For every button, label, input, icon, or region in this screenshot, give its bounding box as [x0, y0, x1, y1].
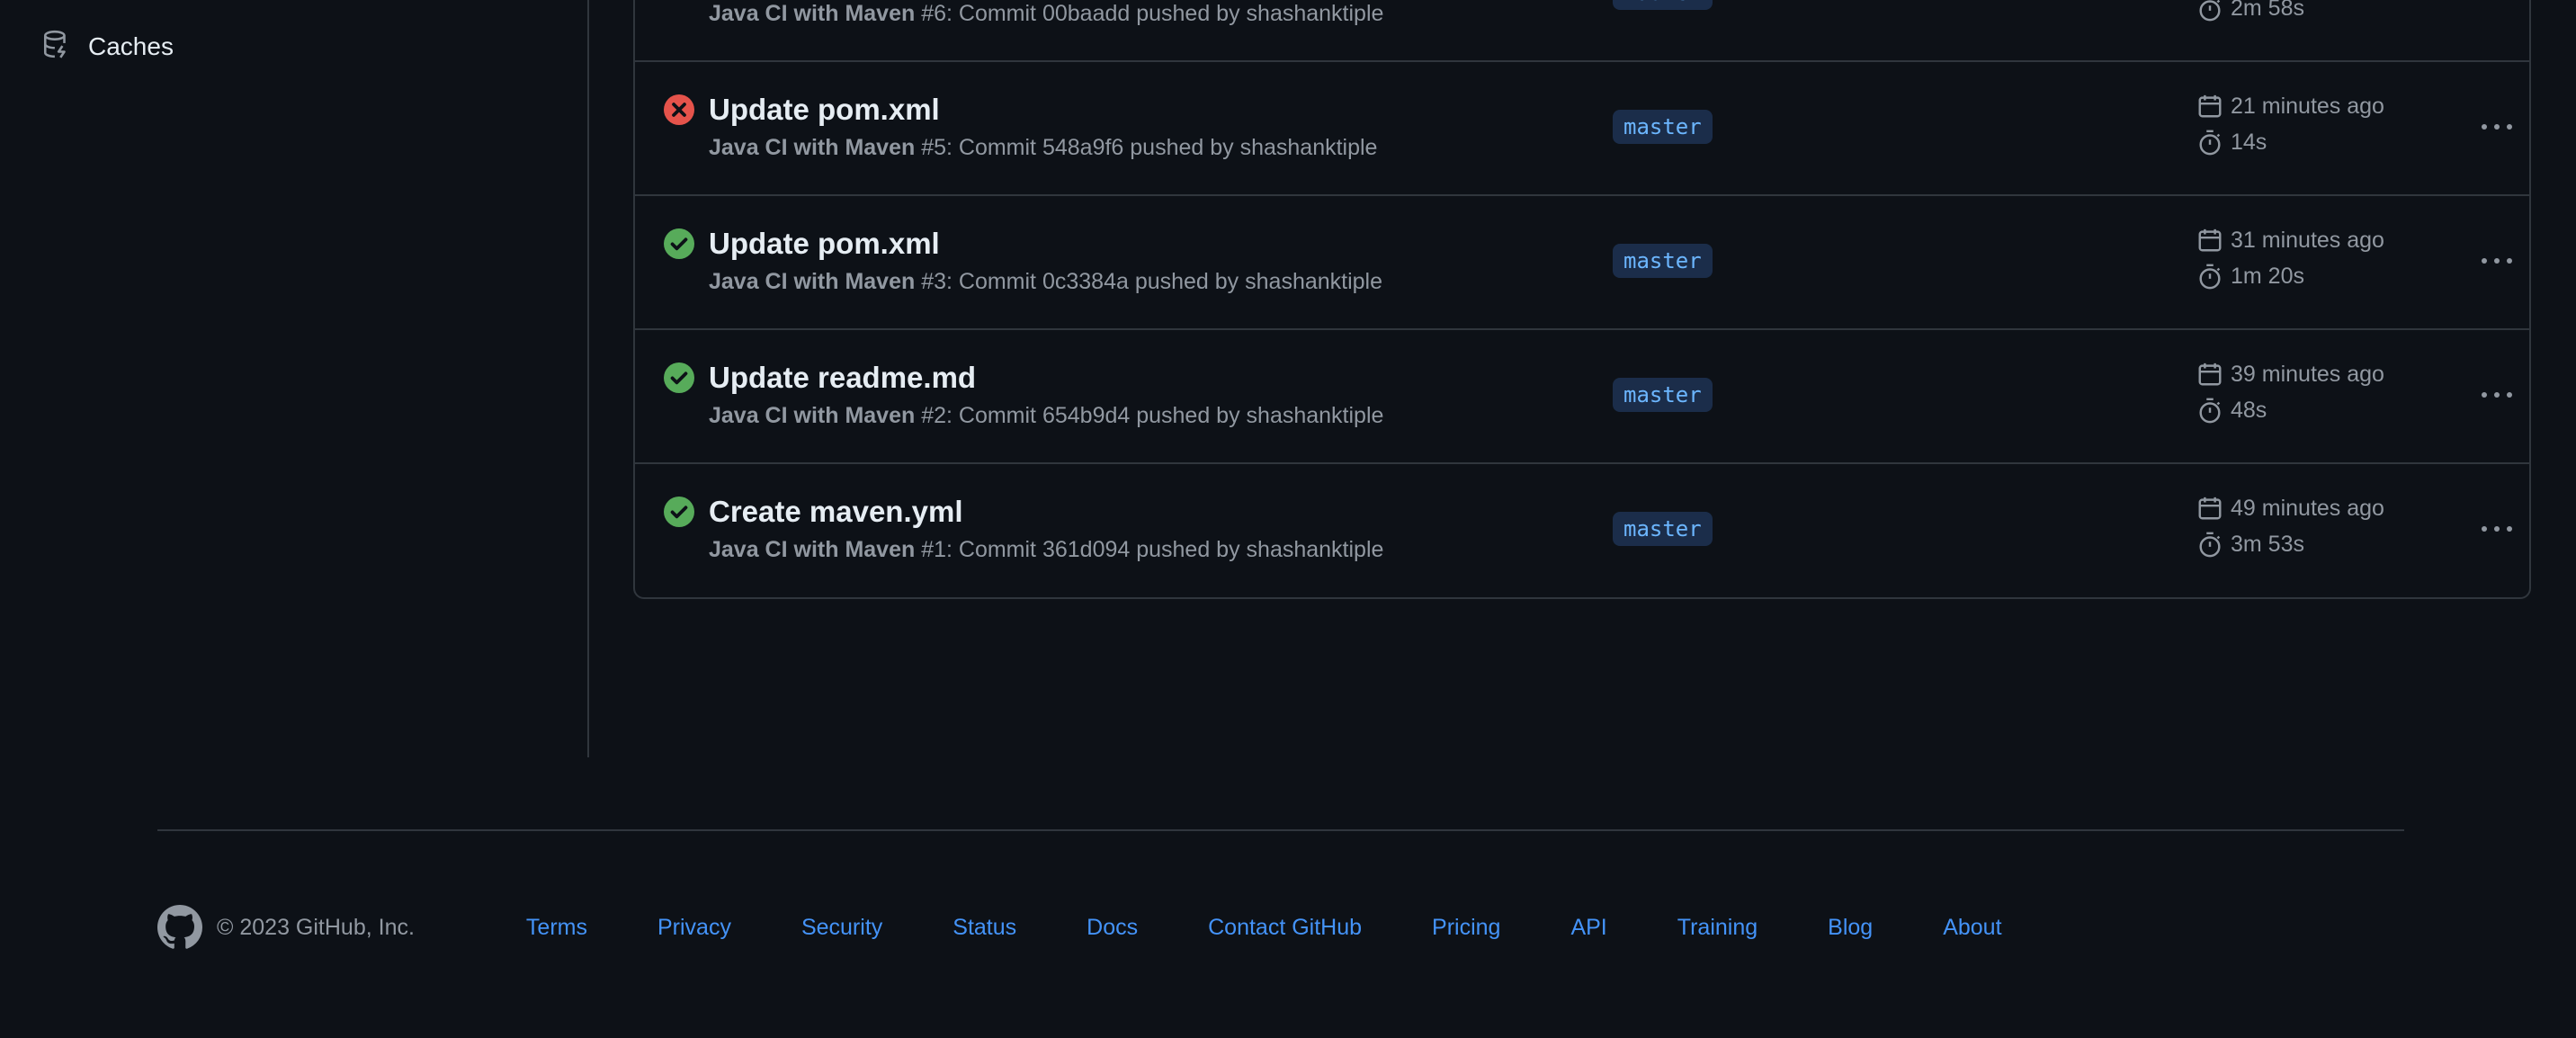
run-duration: 2m 58s — [2196, 0, 2304, 22]
time-ago: 49 minutes ago — [2231, 495, 2384, 521]
footer-link-docs[interactable]: Docs — [1087, 915, 1138, 941]
stopwatch-icon — [2196, 397, 2223, 424]
kebab-horizontal-icon[interactable] — [2470, 511, 2524, 547]
branch-label[interactable]: master — [1613, 110, 1713, 144]
workflow-name: Java CI with Maven — [709, 403, 916, 428]
workflow-runs-list: Java CI with Maven #6: Commit 00baadd pu… — [633, 0, 2531, 599]
duration: 2m 58s — [2231, 0, 2304, 21]
run-meta: Java CI with Maven #3: Commit 0c3384a pu… — [709, 269, 1382, 295]
branch-label[interactable]: master — [1613, 244, 1713, 278]
workflow-name: Java CI with Maven — [709, 1, 916, 26]
check-circle-icon — [664, 497, 694, 527]
footer-link-about[interactable]: About — [1943, 915, 2001, 941]
x-circle-icon — [664, 94, 694, 125]
footer-link-training[interactable]: Training — [1677, 915, 1758, 941]
stopwatch-icon — [2196, 531, 2223, 558]
workflow-run-row[interactable]: Update pom.xml Java CI with Maven #3: Com… — [635, 194, 2529, 330]
sidebar-divider — [587, 0, 589, 757]
run-meta: Java CI with Maven #1: Commit 361d094 pu… — [709, 537, 1383, 563]
time-ago: 39 minutes ago — [2231, 361, 2384, 387]
copyright-text: © 2023 GitHub, Inc. — [217, 914, 415, 940]
github-logo-icon[interactable] — [157, 905, 202, 950]
footer-link-blog[interactable]: Blog — [1828, 915, 1873, 941]
footer-link-api[interactable]: API — [1570, 915, 1606, 941]
footer-link-contact[interactable]: Contact GitHub — [1208, 915, 1362, 941]
footer-link-security[interactable]: Security — [801, 915, 882, 941]
run-details: #5: Commit 548a9f6 pushed by shashanktip… — [915, 135, 1378, 160]
footer: © 2023 GitHub, Inc. Terms Privacy Securi… — [157, 903, 2406, 952]
run-details: #2: Commit 654b9d4 pushed by shashanktip… — [915, 403, 1384, 428]
stopwatch-icon — [2196, 263, 2223, 290]
run-duration: 48s — [2196, 397, 2267, 424]
sidebar-item-caches[interactable]: Caches — [41, 27, 174, 67]
run-duration: 14s — [2196, 129, 2267, 156]
run-meta: Java CI with Maven #5: Commit 548a9f6 pu… — [709, 135, 1377, 161]
workflow-run-row[interactable]: Java CI with Maven #6: Commit 00baadd pu… — [635, 0, 2529, 62]
check-circle-icon — [664, 228, 694, 259]
footer-divider — [157, 829, 2404, 831]
run-title[interactable]: Update pom.xml — [709, 93, 940, 127]
workflow-name: Java CI with Maven — [709, 269, 916, 294]
workflow-name: Java CI with Maven — [709, 135, 916, 160]
run-started: 31 minutes ago — [2196, 227, 2384, 254]
calendar-icon — [2196, 227, 2223, 254]
run-duration: 3m 53s — [2196, 531, 2304, 558]
calendar-icon — [2196, 361, 2223, 388]
workflow-run-row[interactable]: Create maven.yml Java CI with Maven #1: C… — [635, 462, 2529, 596]
run-started: 39 minutes ago — [2196, 361, 2384, 388]
calendar-icon — [2196, 93, 2223, 120]
time-ago: 31 minutes ago — [2231, 227, 2384, 253]
kebab-horizontal-icon[interactable] — [2470, 109, 2524, 145]
time-ago: 21 minutes ago — [2231, 93, 2384, 119]
footer-link-terms[interactable]: Terms — [526, 915, 587, 941]
footer-link-privacy[interactable]: Privacy — [657, 915, 731, 941]
workflow-name: Java CI with Maven — [709, 537, 916, 562]
kebab-horizontal-icon[interactable] — [2470, 243, 2524, 279]
kebab-horizontal-icon[interactable] — [2470, 377, 2524, 413]
database-icon — [41, 29, 72, 66]
duration: 14s — [2231, 129, 2267, 155]
branch-label[interactable]: master — [1613, 378, 1713, 412]
check-circle-icon — [664, 362, 694, 393]
branch-label[interactable]: master — [1613, 512, 1713, 546]
duration: 1m 20s — [2231, 263, 2304, 289]
duration: 48s — [2231, 397, 2267, 423]
run-title[interactable]: Update pom.xml — [709, 227, 940, 261]
footer-link-pricing[interactable]: Pricing — [1432, 915, 1500, 941]
sidebar-item-label: Caches — [88, 32, 174, 60]
run-meta: Java CI with Maven #2: Commit 654b9d4 pu… — [709, 403, 1383, 429]
run-started: 49 minutes ago — [2196, 495, 2384, 522]
run-details: #1: Commit 361d094 pushed by shashanktip… — [915, 537, 1384, 562]
stopwatch-icon — [2196, 0, 2223, 22]
run-started: 21 minutes ago — [2196, 93, 2384, 120]
run-details: #3: Commit 0c3384a pushed by shashanktip… — [915, 269, 1383, 294]
duration: 3m 53s — [2231, 531, 2304, 557]
run-title[interactable]: Create maven.yml — [709, 495, 962, 529]
workflow-run-row[interactable]: Update readme.md Java CI with Maven #2: C… — [635, 328, 2529, 464]
stopwatch-icon — [2196, 129, 2223, 156]
workflow-run-row[interactable]: Update pom.xml Java CI with Maven #5: Com… — [635, 60, 2529, 196]
run-duration: 1m 20s — [2196, 263, 2304, 290]
run-title[interactable]: Update readme.md — [709, 361, 976, 395]
footer-link-status[interactable]: Status — [953, 915, 1016, 941]
kebab-horizontal-icon[interactable] — [2470, 0, 2524, 11]
run-meta: Java CI with Maven #6: Commit 00baadd pu… — [709, 1, 1383, 27]
branch-label[interactable]: master — [1613, 0, 1713, 10]
run-details: #6: Commit 00baadd pushed by shashanktip… — [915, 1, 1384, 26]
calendar-icon — [2196, 495, 2223, 522]
